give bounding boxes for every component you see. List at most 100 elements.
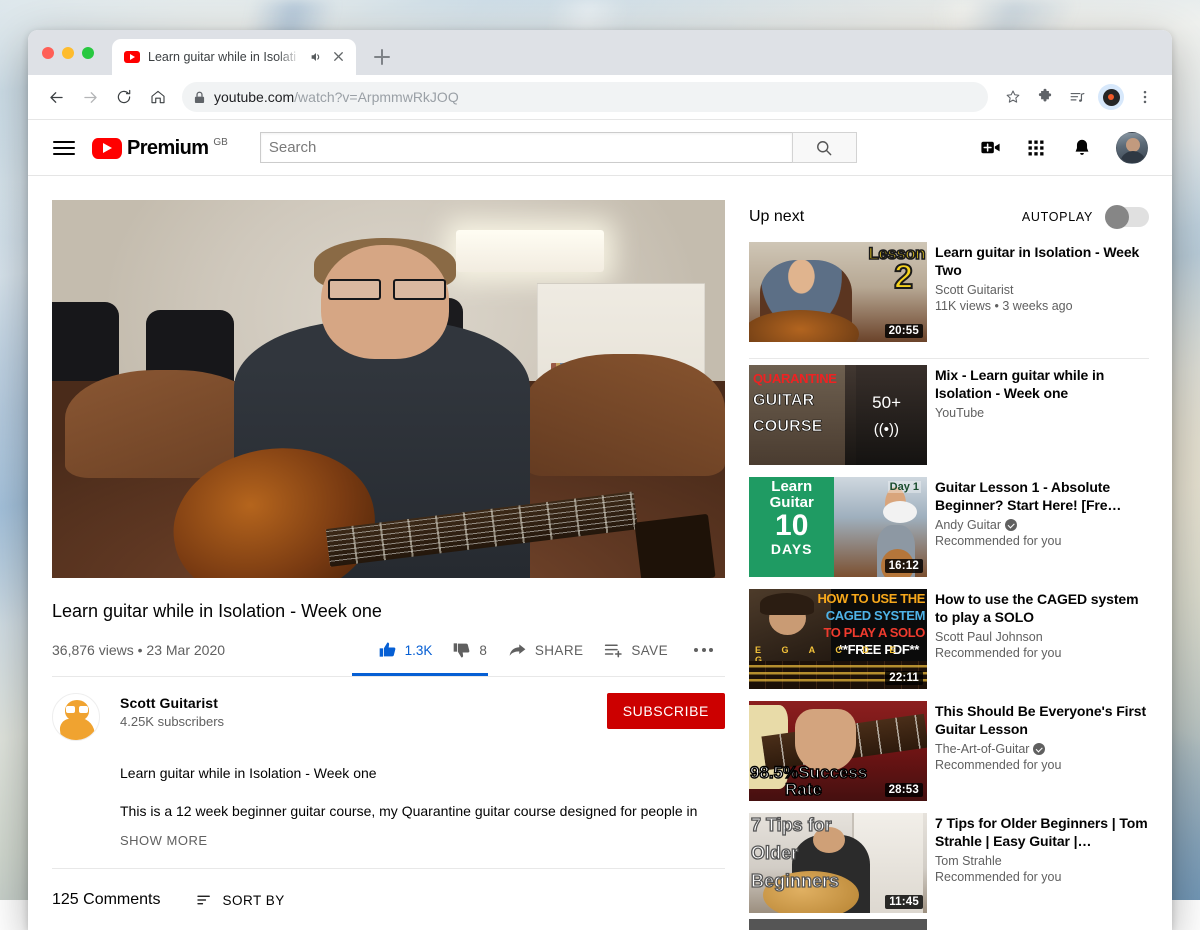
close-window-button[interactable] bbox=[42, 47, 54, 59]
youtube-apps-icon[interactable] bbox=[1024, 136, 1048, 160]
like-button[interactable]: 1.3K bbox=[368, 630, 443, 670]
search-input[interactable] bbox=[269, 139, 784, 156]
video-thumbnail[interactable]: Learn Guitar 10 DAYS Day 1 16:12 bbox=[749, 477, 927, 577]
youtube-masthead: Premium GB bbox=[28, 120, 1172, 176]
video-duration: 16:12 bbox=[885, 559, 923, 573]
video-thumbnail[interactable]: HOW TO USE THE CAGED SYSTEM TO PLAY A SO… bbox=[749, 589, 927, 689]
suggested-video-title[interactable]: 7 Tips for Older Beginners | Tom Strahle… bbox=[935, 814, 1149, 850]
youtube-premium-logo[interactable]: Premium GB bbox=[92, 136, 228, 160]
youtube-play-icon bbox=[92, 138, 122, 159]
video-player[interactable] bbox=[52, 200, 725, 578]
page-title: Learn guitar while in Isolation - Week o… bbox=[52, 598, 725, 624]
video-thumbnail[interactable]: 7 Tips for Older Beginners 11:45 bbox=[749, 813, 927, 913]
lock-icon bbox=[194, 91, 205, 104]
suggested-video-meta: Recommended for you bbox=[935, 646, 1149, 660]
next-list-item-partial[interactable] bbox=[749, 919, 927, 930]
suggested-channel[interactable]: Tom Strahle bbox=[935, 854, 1149, 868]
views-text: 36,876 views bbox=[52, 642, 134, 658]
create-video-icon[interactable] bbox=[978, 136, 1002, 160]
video-thumbnail[interactable]: QUARANTINE GUITAR COURSE 50+ ((•)) bbox=[749, 365, 927, 465]
autoplay-control[interactable]: AUTOPLAY bbox=[1022, 207, 1149, 227]
hamburger-menu-icon[interactable] bbox=[52, 136, 76, 160]
browser-tab[interactable]: Learn guitar while in Isolati bbox=[112, 39, 356, 75]
suggested-video-meta: 11K views • 3 weeks ago bbox=[935, 299, 1149, 313]
more-dots-icon bbox=[694, 648, 713, 652]
primary-column: Learn guitar while in Isolation - Week o… bbox=[52, 200, 725, 930]
back-button[interactable] bbox=[40, 81, 72, 113]
comment-count: 125 Comments bbox=[52, 891, 161, 909]
reload-button[interactable] bbox=[108, 81, 140, 113]
profile-icon[interactable] bbox=[1098, 84, 1124, 110]
dislike-button[interactable]: 8 bbox=[442, 630, 497, 670]
more-actions-button[interactable] bbox=[678, 630, 725, 670]
search-button[interactable] bbox=[792, 132, 857, 163]
video-duration: 28:53 bbox=[885, 783, 923, 797]
home-button[interactable] bbox=[142, 81, 174, 113]
search-area bbox=[260, 132, 857, 163]
bell-icon[interactable] bbox=[1070, 136, 1094, 160]
up-next-label: Up next bbox=[749, 208, 804, 226]
subscribe-button[interactable]: SUBSCRIBE bbox=[607, 693, 725, 729]
thumbnail-overlay-text: Day 1 bbox=[888, 481, 921, 493]
list-item[interactable]: 98.5%Success Rate 28:53 This Should Be E… bbox=[749, 695, 1149, 807]
thumbnail-overlay-text: DAYS bbox=[749, 541, 834, 557]
star-icon[interactable] bbox=[998, 82, 1028, 112]
extensions-icon[interactable] bbox=[1030, 82, 1060, 112]
share-button[interactable]: SHARE bbox=[497, 630, 594, 670]
sort-by-button[interactable]: SORT BY bbox=[195, 891, 285, 909]
list-item-text: Mix - Learn guitar while in Isolation - … bbox=[935, 365, 1149, 465]
search-box[interactable] bbox=[260, 132, 792, 163]
video-frame-lamp bbox=[456, 230, 604, 272]
dislike-count: 8 bbox=[479, 643, 487, 658]
youtube-page: Premium GB bbox=[28, 120, 1172, 930]
speaker-icon[interactable] bbox=[309, 50, 323, 64]
media-queue-icon[interactable] bbox=[1062, 82, 1092, 112]
list-item-text: Learn guitar in Isolation - Week Two Sco… bbox=[935, 242, 1149, 342]
suggested-video-meta: Recommended for you bbox=[935, 758, 1149, 772]
show-more-button[interactable]: SHOW MORE bbox=[120, 833, 725, 848]
suggested-channel[interactable]: YouTube bbox=[935, 406, 1149, 420]
user-avatar[interactable] bbox=[1116, 132, 1148, 164]
suggested-video-title[interactable]: Mix - Learn guitar while in Isolation - … bbox=[935, 366, 1149, 402]
thumbnail-overlay-text: 10 bbox=[749, 511, 834, 541]
suggested-channel[interactable]: Scott Paul Johnson bbox=[935, 630, 1149, 644]
suggested-video-title[interactable]: Guitar Lesson 1 - Absolute Beginner? Sta… bbox=[935, 478, 1149, 514]
suggested-video-title[interactable]: This Should Be Everyone's First Guitar L… bbox=[935, 702, 1149, 738]
minimize-window-button[interactable] bbox=[62, 47, 74, 59]
autoplay-toggle[interactable] bbox=[1105, 207, 1149, 227]
list-item[interactable]: QUARANTINE GUITAR COURSE 50+ ((•)) Mix -… bbox=[749, 359, 1149, 471]
tab-title: Learn guitar while in Isolati bbox=[148, 50, 301, 64]
new-tab-button[interactable] bbox=[368, 43, 396, 71]
sort-by-label: SORT BY bbox=[223, 893, 285, 908]
suggested-channel[interactable]: Andy Guitar bbox=[935, 518, 1149, 532]
suggested-channel[interactable]: Scott Guitarist bbox=[935, 283, 1149, 297]
browser-toolbar: youtube.com/watch?v=ArpmmwRkJOQ bbox=[28, 75, 1172, 120]
save-button[interactable]: SAVE bbox=[593, 630, 678, 670]
publish-date: 23 Mar 2020 bbox=[146, 642, 225, 658]
forward-button[interactable] bbox=[74, 81, 106, 113]
list-item[interactable]: Lesson 2 20:55 Learn guitar in Isolation… bbox=[749, 234, 1149, 359]
comments-header: 125 Comments SORT BY bbox=[52, 869, 725, 909]
list-item[interactable]: 7 Tips for Older Beginners 11:45 7 Tips … bbox=[749, 807, 1149, 919]
channel-avatar[interactable] bbox=[52, 693, 100, 741]
list-item[interactable]: Learn Guitar 10 DAYS Day 1 16:12 Guitar … bbox=[749, 471, 1149, 583]
suggested-channel[interactable]: The-Art-of-Guitar bbox=[935, 742, 1149, 756]
address-bar[interactable]: youtube.com/watch?v=ArpmmwRkJOQ bbox=[182, 82, 988, 112]
description-line-2: This is a 12 week beginner guitar course… bbox=[120, 801, 725, 821]
maximize-window-button[interactable] bbox=[82, 47, 94, 59]
video-action-buttons: 1.3K 8 SHARE SAVE bbox=[368, 630, 725, 670]
channel-name[interactable]: Scott Guitarist bbox=[120, 695, 224, 711]
video-frame-glasses bbox=[328, 279, 446, 300]
close-tab-icon[interactable] bbox=[331, 49, 347, 65]
save-label: SAVE bbox=[631, 643, 668, 658]
suggested-video-title[interactable]: Learn guitar in Isolation - Week Two bbox=[935, 243, 1149, 279]
video-thumbnail[interactable]: Lesson 2 20:55 bbox=[749, 242, 927, 342]
list-item[interactable]: HOW TO USE THE CAGED SYSTEM TO PLAY A SO… bbox=[749, 583, 1149, 695]
thumbnail-overlay-text: Older bbox=[751, 843, 798, 864]
thumbnail-overlay-text: Rate bbox=[785, 780, 822, 800]
thumbnail-overlay-text: QUARANTINE bbox=[753, 371, 837, 386]
suggested-video-title[interactable]: How to use the CAGED system to play a SO… bbox=[935, 590, 1149, 626]
overflow-menu-icon[interactable] bbox=[1130, 82, 1160, 112]
video-duration: 11:45 bbox=[885, 895, 923, 909]
video-thumbnail[interactable]: 98.5%Success Rate 28:53 bbox=[749, 701, 927, 801]
